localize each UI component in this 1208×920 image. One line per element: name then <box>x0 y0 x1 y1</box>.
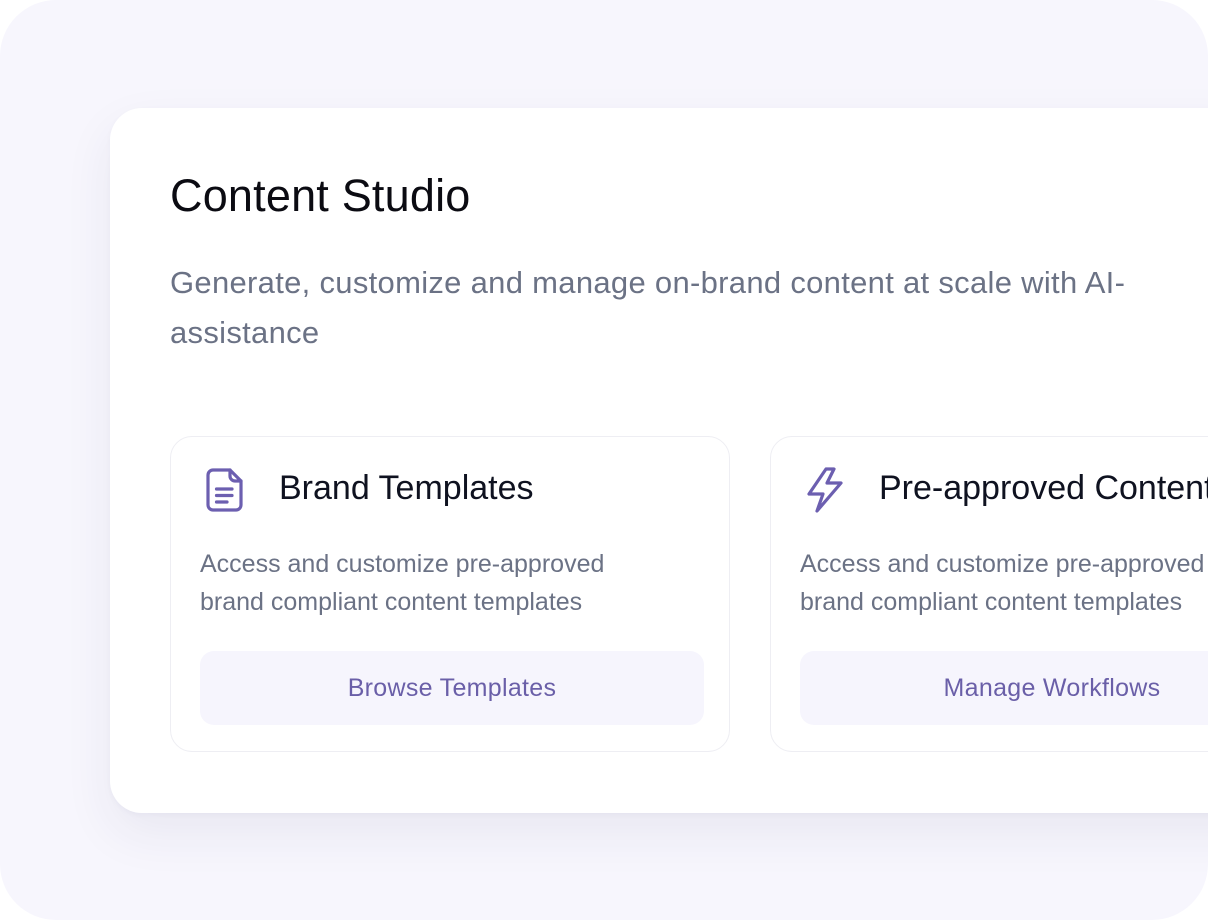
card-description: Access and customize pre-approved brand … <box>800 545 1208 621</box>
pre-approved-content-card: Pre-approved Content Access and customiz… <box>770 436 1208 752</box>
card-description-line: Access and customize pre-approved <box>800 550 1205 578</box>
card-description-line: Access and customize pre-approved <box>200 550 605 578</box>
document-icon <box>203 465 247 515</box>
brand-templates-card: Brand Templates Access and customize pre… <box>170 436 730 752</box>
page-backdrop: Content Studio Generate, customize and m… <box>0 0 1208 920</box>
card-title: Brand Templates <box>279 469 534 507</box>
browse-templates-button[interactable]: Browse Templates <box>200 651 704 725</box>
card-title: Pre-approved Content <box>879 469 1208 507</box>
lightning-icon <box>803 465 847 515</box>
content-studio-panel: Content Studio Generate, customize and m… <box>110 108 1208 813</box>
card-description: Access and customize pre-approved brand … <box>200 545 680 621</box>
page-subtitle: Generate, customize and manage on-brand … <box>170 265 1126 350</box>
manage-workflows-button[interactable]: Manage Workflows <box>800 651 1208 725</box>
card-description-line: brand compliant content templates <box>200 588 583 616</box>
card-description-line: brand compliant content templates <box>800 588 1183 616</box>
page-title: Content Studio <box>170 170 471 221</box>
